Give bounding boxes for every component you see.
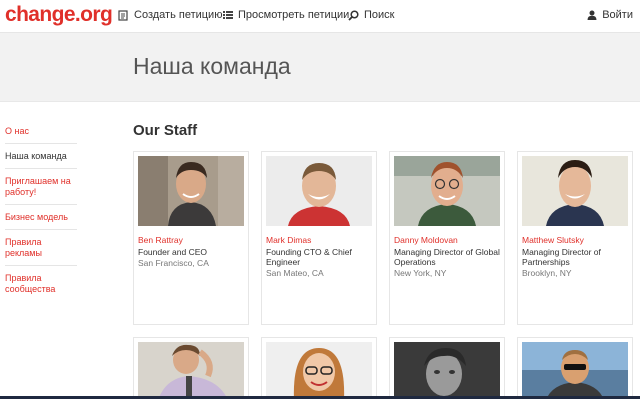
sidebar-nav: О нас Наша команда Приглашаем на работу!… <box>5 123 77 305</box>
staff-card <box>389 337 505 399</box>
nav-login[interactable]: Войти <box>587 9 633 21</box>
user-icon <box>587 10 597 20</box>
list-icon <box>223 10 233 20</box>
staff-photo[interactable] <box>138 156 244 226</box>
staff-photo[interactable] <box>266 156 372 226</box>
section-title: Our Staff <box>133 122 198 139</box>
staff-role: Founder and CEO <box>138 247 207 257</box>
sidebar-item-our-team[interactable]: Наша команда <box>5 148 77 169</box>
page-title: Наша команда <box>133 53 291 79</box>
sidebar-item-ad-rules[interactable]: Правила рекламы <box>5 234 77 266</box>
staff-location: Brooklyn, NY <box>522 268 572 278</box>
nav-create-petition[interactable]: Создать петицию <box>118 9 222 21</box>
nav-browse-label: Просмотреть петиции <box>238 9 350 21</box>
sidebar-item-about[interactable]: О нас <box>5 123 77 144</box>
staff-role: Founding CTO & Chief Engineer <box>266 247 352 267</box>
sidebar-item-jobs[interactable]: Приглашаем на работу! <box>5 173 77 205</box>
sidebar-item-community-rules[interactable]: Правила сообщества <box>5 270 77 301</box>
staff-card <box>517 337 633 399</box>
edit-icon <box>118 9 129 21</box>
staff-photo[interactable] <box>394 156 500 226</box>
staff-card: Matthew Slutsky Managing Director of Par… <box>517 151 633 325</box>
staff-role: Managing Director of Partnerships <box>522 247 601 267</box>
nav-browse-petitions[interactable]: Просмотреть петиции <box>223 9 349 21</box>
staff-card: Mark Dimas Founding CTO & Chief Engineer… <box>261 151 377 325</box>
nav-search[interactable]: Поиск <box>348 9 394 21</box>
nav-create-label: Создать петицию <box>134 9 223 21</box>
staff-card <box>261 337 377 399</box>
staff-card <box>133 337 249 399</box>
staff-location: San Francisco, CA <box>138 258 209 268</box>
change-org-logo[interactable]: change.org <box>5 3 113 27</box>
staff-role: Managing Director of Global Operations <box>394 247 500 267</box>
staff-location: New York, NY <box>394 268 447 278</box>
staff-photo[interactable] <box>138 342 244 399</box>
staff-photo[interactable] <box>522 156 628 226</box>
staff-card: Ben Rattray Founder and CEO San Francisc… <box>133 151 249 325</box>
staff-name[interactable]: Mark Dimas <box>266 235 311 245</box>
nav-search-label: Поиск <box>364 9 395 21</box>
staff-location: San Mateo, CA <box>266 268 324 278</box>
staff-name[interactable]: Danny Moldovan <box>394 235 458 245</box>
staff-photo[interactable] <box>266 342 372 399</box>
top-navbar: change.org Создать петицию Просмотреть п… <box>0 0 640 33</box>
staff-card: Danny Moldovan Managing Director of Glob… <box>389 151 505 325</box>
staff-name[interactable]: Ben Rattray <box>138 235 183 245</box>
staff-name[interactable]: Matthew Slutsky <box>522 235 584 245</box>
staff-photo[interactable] <box>394 342 500 399</box>
search-icon <box>348 9 359 21</box>
nav-login-label: Войти <box>602 9 633 21</box>
sidebar-item-business-model[interactable]: Бизнес модель <box>5 209 77 230</box>
staff-photo[interactable] <box>522 342 628 399</box>
page-banner: Наша команда <box>0 33 640 102</box>
